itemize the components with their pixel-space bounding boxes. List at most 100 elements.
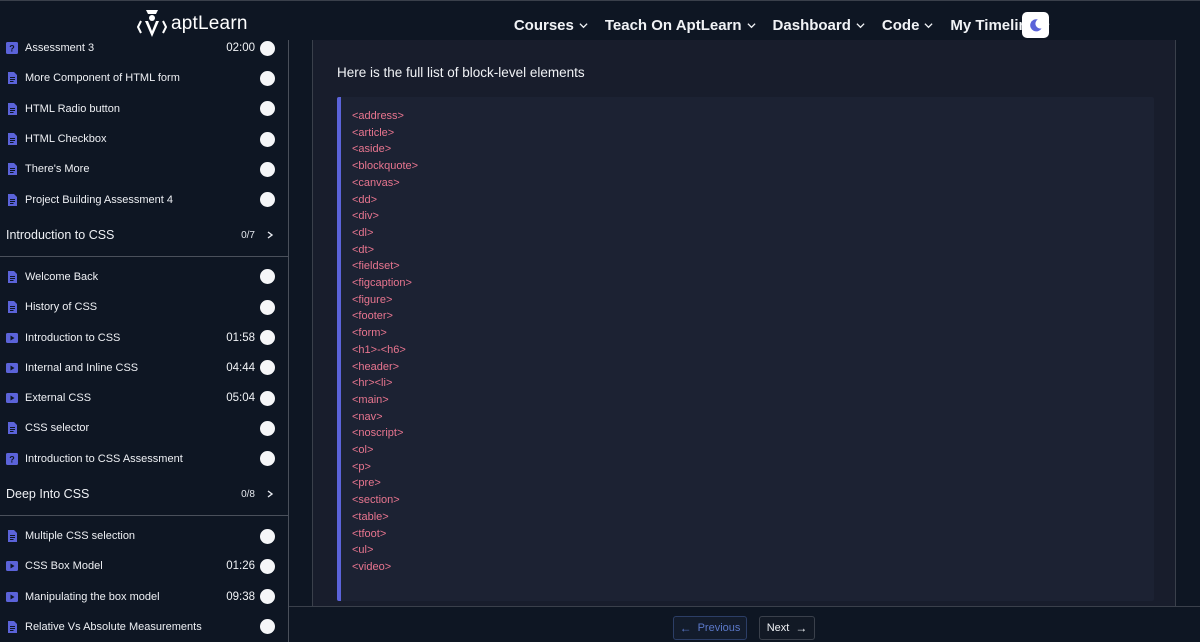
chevron-right-icon [267, 490, 274, 498]
section-progress: 0/7 [241, 229, 255, 241]
document-icon [6, 620, 18, 633]
code-line: <footer> [352, 310, 393, 323]
completion-checkbox[interactable] [260, 101, 275, 117]
lesson-title: There's More [25, 163, 90, 176]
chevron-down-icon [746, 22, 756, 28]
lesson-item[interactable]: History of CSS [0, 292, 288, 322]
lesson-title: Welcome Back [25, 270, 99, 283]
completion-checkbox[interactable] [260, 360, 275, 376]
lesson-item[interactable]: ? Introduction to CSS Assessment [0, 444, 288, 474]
completion-checkbox[interactable] [260, 192, 275, 208]
next-button[interactable]: Next → [759, 616, 815, 640]
video-icon [6, 332, 18, 344]
lesson-title: Multiple CSS selection [25, 530, 136, 542]
nav-dashboard[interactable]: Dashboard [773, 17, 865, 34]
chevron-down-icon [856, 22, 865, 28]
lesson-item[interactable]: There's More [0, 154, 288, 184]
code-line: <aside> [352, 143, 392, 156]
previous-button[interactable]: ← Previous [673, 616, 747, 640]
code-line: <main> [352, 393, 389, 406]
code-line: <header> [352, 360, 400, 373]
completion-checkbox[interactable] [260, 528, 275, 544]
chevron-down-icon [579, 22, 588, 28]
lesson-list-html: ? Assessment 3 02:00 More Component of HTML… [0, 40, 288, 215]
lesson-title: HTML Checkbox [25, 133, 107, 146]
code-line: <ol> [352, 444, 374, 457]
brand-logo[interactable]: aptLearn [137, 7, 248, 41]
lesson-item[interactable]: Relative Vs Absolute Measurements [0, 612, 288, 642]
section-progress: 0/8 [241, 488, 255, 500]
chevron-right-icon [267, 231, 274, 239]
logo-icon [137, 10, 167, 37]
nav-teach-label: Teach On AptLearn [604, 16, 742, 34]
completion-checkbox[interactable] [260, 589, 275, 605]
lesson-title: Relative Vs Absolute Measurements [25, 620, 202, 633]
completion-checkbox[interactable] [260, 70, 275, 86]
nav-teach[interactable]: Teach On AptLearn [605, 17, 756, 34]
video-icon [6, 392, 18, 404]
completion-checkbox[interactable] [260, 451, 275, 467]
lesson-title: Introduction to CSS Assessment [25, 452, 183, 465]
code-line: <dl> [352, 226, 374, 239]
completion-checkbox[interactable] [260, 390, 275, 406]
lesson-item[interactable]: Manipulating the box model 09:38 [0, 581, 288, 611]
course-sidebar[interactable]: ? Assessment 3 02:00 More Component of HTML… [0, 40, 289, 642]
nav-code-label: Code [881, 16, 920, 34]
lesson-item[interactable]: HTML Checkbox [0, 124, 288, 154]
lesson-item[interactable]: CSS selector [0, 413, 288, 443]
completion-checkbox[interactable] [260, 269, 275, 285]
video-icon [6, 362, 18, 374]
code-line: <dd> [352, 193, 378, 206]
code-line: <table> [352, 510, 389, 523]
section-title: Introduction to CSS [6, 228, 115, 243]
completion-checkbox[interactable] [260, 619, 275, 635]
section-deep-into-css[interactable]: Deep Into CSS 0/8 [0, 474, 288, 516]
lesson-item[interactable]: CSS Box Model 01:26 [0, 551, 288, 581]
lesson-title: Assessment 3 [25, 42, 95, 55]
lesson-item[interactable]: Internal and Inline CSS 04:44 [0, 353, 288, 383]
completion-checkbox[interactable] [260, 161, 275, 177]
section-introduction-to-css[interactable]: Introduction to CSS 0/7 [0, 215, 288, 257]
nav-courses[interactable]: Courses [514, 17, 588, 34]
lesson-item[interactable]: HTML Radio button [0, 94, 288, 124]
lesson-title: HTML Radio button [25, 102, 120, 115]
lesson-item[interactable]: External CSS 05:04 [0, 383, 288, 413]
document-icon [6, 133, 18, 146]
lesson-title: More Component of HTML form [25, 72, 180, 85]
lesson-content-area: Here is the full list of block-level ele… [289, 40, 1200, 606]
completion-checkbox[interactable] [260, 299, 275, 315]
completion-checkbox[interactable] [260, 330, 275, 346]
code-line: <div> [352, 210, 379, 223]
code-line: <p> [352, 460, 371, 473]
arrow-left-icon: ← [679, 621, 692, 635]
document-icon [6, 530, 18, 542]
lesson-title: Internal and Inline CSS [25, 361, 139, 374]
completion-checkbox[interactable] [260, 558, 275, 574]
lesson-item[interactable]: Project Building Assessment 4 [0, 184, 288, 214]
document-icon [6, 422, 18, 435]
completion-checkbox[interactable] [260, 131, 275, 147]
theme-toggle-button[interactable] [1022, 12, 1049, 38]
code-line: <blockquote> [352, 160, 419, 173]
lesson-content-panel: Here is the full list of block-level ele… [312, 40, 1176, 606]
document-icon [6, 270, 18, 283]
nav-code[interactable]: Code [882, 17, 934, 34]
lesson-item[interactable]: Introduction to CSS 01:58 [0, 322, 288, 352]
code-line: <section> [352, 494, 400, 507]
code-line: <pre> [352, 477, 381, 490]
moon-icon [1030, 18, 1042, 31]
document-icon [6, 163, 18, 176]
lesson-title: History of CSS [25, 301, 98, 314]
lesson-item[interactable]: Welcome Back [0, 262, 288, 292]
lesson-item[interactable]: More Component of HTML form [0, 63, 288, 93]
completion-checkbox[interactable] [260, 40, 275, 56]
lesson-item[interactable]: ? Assessment 3 02:00 [0, 40, 288, 63]
document-icon [6, 193, 18, 206]
code-line: <noscript> [352, 427, 404, 440]
lesson-title: Introduction to CSS [25, 331, 121, 344]
code-line: <figure> [352, 293, 393, 306]
lesson-title: External CSS [25, 392, 92, 405]
lesson-item[interactable]: Multiple CSS selection [0, 521, 288, 551]
code-line: <form> [352, 327, 387, 340]
completion-checkbox[interactable] [260, 420, 275, 436]
